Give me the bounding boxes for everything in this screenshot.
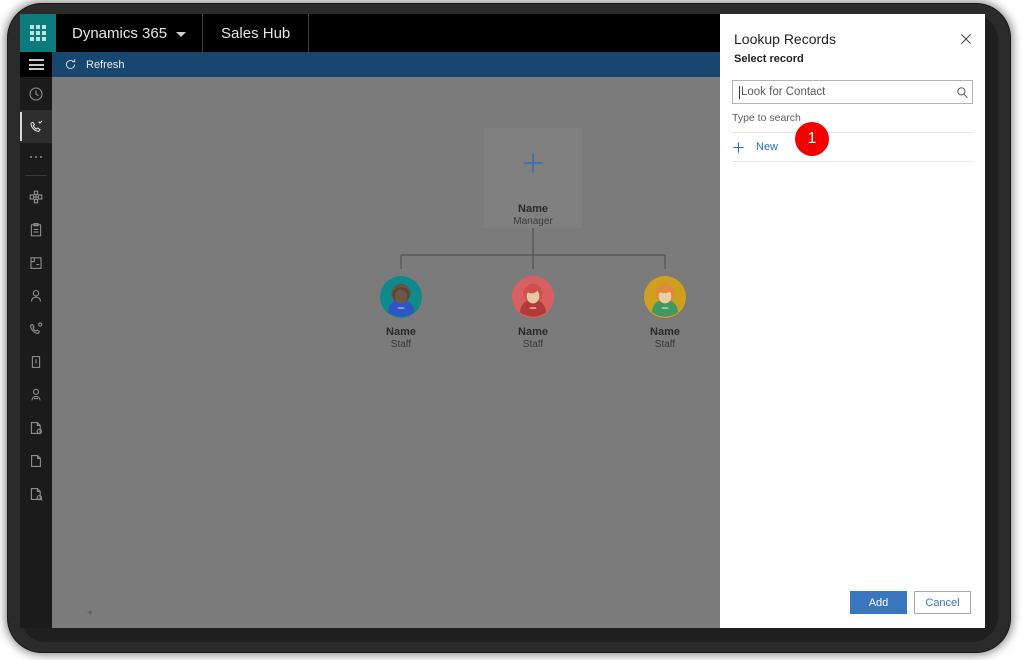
waffle-dot bbox=[30, 31, 34, 35]
hamburger-line bbox=[28, 59, 44, 61]
more-dot bbox=[35, 156, 37, 158]
waffle-dot bbox=[42, 37, 46, 41]
activities-icon bbox=[30, 222, 42, 236]
org-node-name: Name bbox=[518, 326, 548, 338]
sidebar-item-accounts[interactable] bbox=[20, 246, 52, 279]
add-button[interactable]: Add bbox=[850, 591, 907, 614]
invoices-icon bbox=[30, 487, 43, 501]
app-name-tab[interactable]: Sales Hub bbox=[203, 14, 310, 52]
sidebar-item-contacts[interactable] bbox=[20, 279, 52, 312]
org-node-staff[interactable]: Name Staff bbox=[356, 275, 446, 351]
sidebar-item-quotes[interactable] bbox=[20, 411, 52, 444]
opportunities-icon bbox=[31, 355, 41, 368]
avatar bbox=[379, 275, 423, 319]
sidebar-item-leads[interactable] bbox=[20, 312, 52, 345]
sidebar-item-more[interactable] bbox=[20, 143, 52, 171]
dashboards-icon bbox=[29, 190, 43, 203]
accounts-icon bbox=[30, 256, 42, 269]
waffle-dot bbox=[42, 31, 46, 35]
cancel-button[interactable]: Cancel bbox=[914, 591, 971, 614]
org-node-name: Name bbox=[650, 326, 680, 338]
lookup-records-panel: Lookup Records Select record Look for Co… bbox=[720, 14, 985, 628]
org-node-staff[interactable]: Name Staff bbox=[488, 275, 578, 351]
sidebar-item-dashboards[interactable] bbox=[20, 180, 52, 213]
search-icon[interactable] bbox=[952, 86, 972, 99]
sidebar-item-recent[interactable] bbox=[20, 77, 52, 110]
waffle-dot bbox=[30, 25, 34, 29]
hamburger-icon bbox=[28, 57, 44, 73]
org-chart: Name Manager Name Staff Name Staff Name … bbox=[52, 77, 752, 377]
left-navigation-rail bbox=[20, 52, 52, 628]
panel-subtitle: Select record bbox=[734, 53, 804, 65]
scroll-left-caret[interactable]: ◂ bbox=[87, 607, 92, 618]
waffle-dot bbox=[30, 37, 34, 41]
app-launcher-icon[interactable] bbox=[20, 14, 56, 52]
search-input[interactable]: Look for Contact bbox=[732, 80, 973, 104]
page-title: Lookup Records bbox=[734, 31, 836, 47]
search-hint: Type to search bbox=[732, 104, 973, 133]
pinned-calls-icon bbox=[30, 120, 43, 132]
search-hint-label: Type to search bbox=[732, 112, 801, 124]
status-badge: 1 bbox=[795, 122, 829, 156]
new-record-label: New bbox=[756, 141, 779, 153]
more-dot bbox=[40, 156, 42, 158]
waffle-dot bbox=[42, 25, 46, 29]
site-map-toggle[interactable] bbox=[20, 52, 52, 77]
waffle-dot bbox=[36, 37, 40, 41]
recent-icon bbox=[29, 86, 43, 101]
brand-label: Dynamics 365 bbox=[72, 24, 168, 42]
waffle-dot bbox=[36, 25, 40, 29]
app-viewport: Dynamics 365 Sales Hub Refresh Name Mana… bbox=[20, 14, 985, 628]
sidebar-item-activities[interactable] bbox=[20, 213, 52, 246]
quotes-icon bbox=[30, 421, 43, 434]
sidebar-item-orders[interactable] bbox=[20, 444, 52, 477]
chevron-down-icon bbox=[176, 32, 187, 37]
sidebar-item-invoices[interactable] bbox=[20, 477, 52, 510]
org-node-role: Staff bbox=[522, 339, 544, 350]
screenshot-root: Dynamics 365 Sales Hub Refresh Name Mana… bbox=[0, 0, 1024, 660]
panel-footer: Add Cancel bbox=[720, 591, 985, 628]
org-node-staff[interactable]: Name Staff bbox=[620, 275, 710, 351]
org-node-name: Name bbox=[386, 326, 416, 338]
leads-icon bbox=[30, 322, 43, 334]
brand-dropdown[interactable]: Dynamics 365 bbox=[56, 14, 204, 52]
panel-header: Lookup Records Select record bbox=[720, 14, 985, 66]
sidebar-item-opportunities[interactable] bbox=[20, 345, 52, 378]
contacts-icon bbox=[30, 289, 42, 301]
sidebar-item-pinned[interactable] bbox=[20, 110, 52, 143]
search-input-placeholder: Look for Contact bbox=[741, 86, 826, 98]
new-record-row[interactable]: New 1 bbox=[732, 122, 973, 162]
rail-divider bbox=[26, 175, 46, 176]
refresh-button-label[interactable]: Refresh bbox=[86, 59, 125, 71]
waffle-grid bbox=[30, 25, 46, 41]
avatar bbox=[511, 275, 555, 319]
sidebar-item-competitors[interactable] bbox=[20, 378, 52, 411]
hamburger-line bbox=[28, 63, 44, 66]
more-dot bbox=[30, 156, 32, 158]
refresh-icon[interactable] bbox=[64, 58, 77, 71]
org-node-role: Staff bbox=[390, 339, 412, 350]
app-name-label: Sales Hub bbox=[221, 24, 291, 42]
orders-icon bbox=[31, 454, 41, 467]
hamburger-line bbox=[28, 68, 44, 70]
close-icon[interactable] bbox=[959, 32, 973, 46]
waffle-dot bbox=[36, 31, 40, 35]
competitors-icon bbox=[31, 388, 41, 400]
plus-icon bbox=[732, 141, 745, 154]
org-node-role: Staff bbox=[654, 339, 676, 350]
avatar bbox=[643, 275, 687, 319]
